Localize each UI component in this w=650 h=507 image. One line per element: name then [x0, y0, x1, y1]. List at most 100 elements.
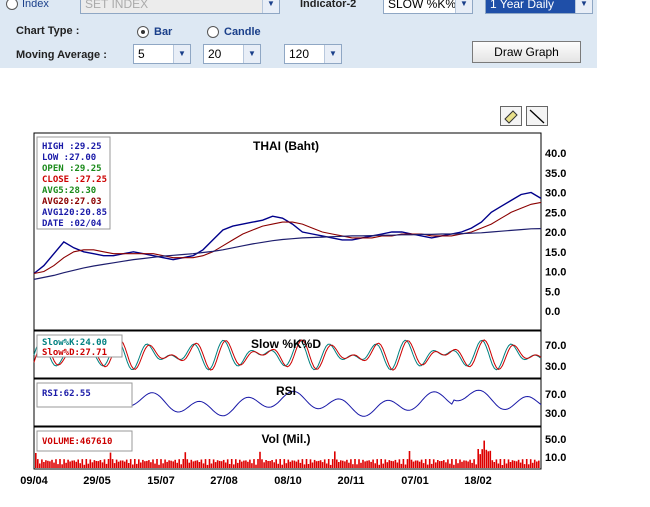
volume-bar — [275, 459, 277, 468]
x-tick-label: 09/04 — [20, 475, 48, 487]
x-tick-label: 27/08 — [210, 475, 238, 487]
volume-bar — [364, 461, 366, 468]
volume-bar — [89, 459, 92, 468]
volume-bar — [273, 462, 275, 468]
volume-bar — [354, 459, 356, 468]
volume-bar — [313, 459, 316, 468]
volume-bar — [277, 463, 279, 468]
volume-bar — [269, 461, 271, 468]
volume-bar — [536, 461, 538, 468]
volume-bar — [188, 462, 191, 468]
volume-value: VOLUME:467610 — [42, 437, 112, 447]
volume-bar — [65, 462, 67, 468]
volume-bar — [245, 460, 247, 468]
volume-bar — [295, 461, 298, 468]
volume-bar — [43, 462, 45, 468]
volume-bar — [420, 459, 423, 468]
volume-bar — [439, 461, 441, 468]
volume-bar — [428, 459, 431, 468]
volume-bar — [111, 459, 114, 468]
volume-bar — [35, 453, 37, 468]
volume-bar — [49, 461, 51, 468]
volume-bar — [164, 459, 166, 468]
volume-bar — [418, 461, 421, 468]
volume-bar — [71, 460, 73, 468]
volume-bar — [47, 460, 49, 468]
volume-bar — [148, 460, 150, 468]
volume-bar — [125, 459, 128, 468]
volume-bar — [121, 460, 124, 468]
volume-bar — [172, 461, 174, 468]
volume-bar — [529, 459, 532, 468]
volume-bar — [525, 459, 528, 468]
volume-bar — [317, 460, 320, 468]
price-tick-label: 25.0 — [545, 207, 566, 219]
volume-bar — [311, 462, 314, 468]
rsi-tick-label: 30.0 — [545, 408, 566, 420]
volume-bar — [309, 459, 312, 468]
volume-bar — [299, 462, 302, 468]
volume-bar — [117, 461, 120, 468]
volume-bar — [342, 460, 344, 468]
volume-bar — [457, 463, 459, 468]
volume-bar — [380, 459, 382, 468]
volume-bar — [69, 461, 71, 468]
volume-bar — [414, 460, 417, 468]
volume-bar — [344, 461, 346, 468]
volume-bar — [202, 463, 205, 468]
volume-bar — [507, 459, 510, 468]
volume-bar — [378, 464, 380, 468]
volume-bar — [138, 459, 140, 468]
volume-bar — [87, 463, 90, 468]
volume-bar — [441, 461, 443, 468]
volume-bar — [83, 464, 86, 468]
volume-bar — [497, 463, 500, 468]
volume-bar — [527, 464, 530, 468]
volume-bar — [144, 461, 146, 468]
volume-bar — [437, 460, 439, 468]
volume-bar — [487, 451, 490, 468]
volume-bar — [247, 461, 249, 468]
volume-bar — [101, 462, 104, 468]
info-avg5: AVG5:28.30 — [42, 186, 96, 196]
chart-title: THAI (Baht) — [253, 139, 319, 153]
volume-bar — [198, 462, 201, 468]
volume-bar — [180, 464, 182, 468]
volume-bar — [224, 462, 227, 468]
info-high: HIGH :29.25 — [42, 142, 102, 152]
volume-bar — [334, 451, 336, 468]
volume-bar — [329, 464, 332, 468]
stoch-k-value: Slow%K:24.00 — [42, 338, 107, 348]
volume-bar — [416, 460, 419, 468]
volume-bar — [150, 462, 152, 468]
volume-bar — [481, 449, 483, 468]
info-open: OPEN :29.25 — [42, 164, 102, 174]
volume-bar — [281, 464, 283, 468]
volume-bar — [265, 460, 267, 468]
volume-bar — [95, 461, 98, 468]
volume-bar — [103, 459, 106, 468]
volume-bar — [319, 460, 322, 468]
volume-bar — [283, 459, 286, 468]
volume-bar — [513, 460, 516, 468]
volume-bar — [521, 459, 524, 468]
stoch-title: Slow %K%D — [251, 337, 321, 351]
volume-bar — [204, 459, 207, 468]
volume-bar — [267, 461, 269, 468]
volume-bar — [85, 459, 88, 468]
volume-bar — [158, 464, 160, 468]
volume-bar — [408, 451, 411, 468]
volume-bar — [206, 464, 209, 468]
volume-bar — [519, 462, 522, 468]
volume-bar — [55, 459, 57, 468]
volume-bar — [533, 459, 536, 468]
volume-bar — [493, 462, 496, 468]
volume-bar — [146, 460, 148, 468]
volume-bar — [517, 459, 520, 468]
volume-bar — [307, 464, 310, 468]
volume-bar — [348, 462, 350, 468]
volume-bar — [338, 462, 340, 468]
volume-bar — [485, 449, 488, 468]
volume-bar — [196, 460, 199, 468]
stock-chart: HIGH :29.25 LOW :27.00 OPEN :29.25 CLOSE… — [20, 132, 566, 487]
